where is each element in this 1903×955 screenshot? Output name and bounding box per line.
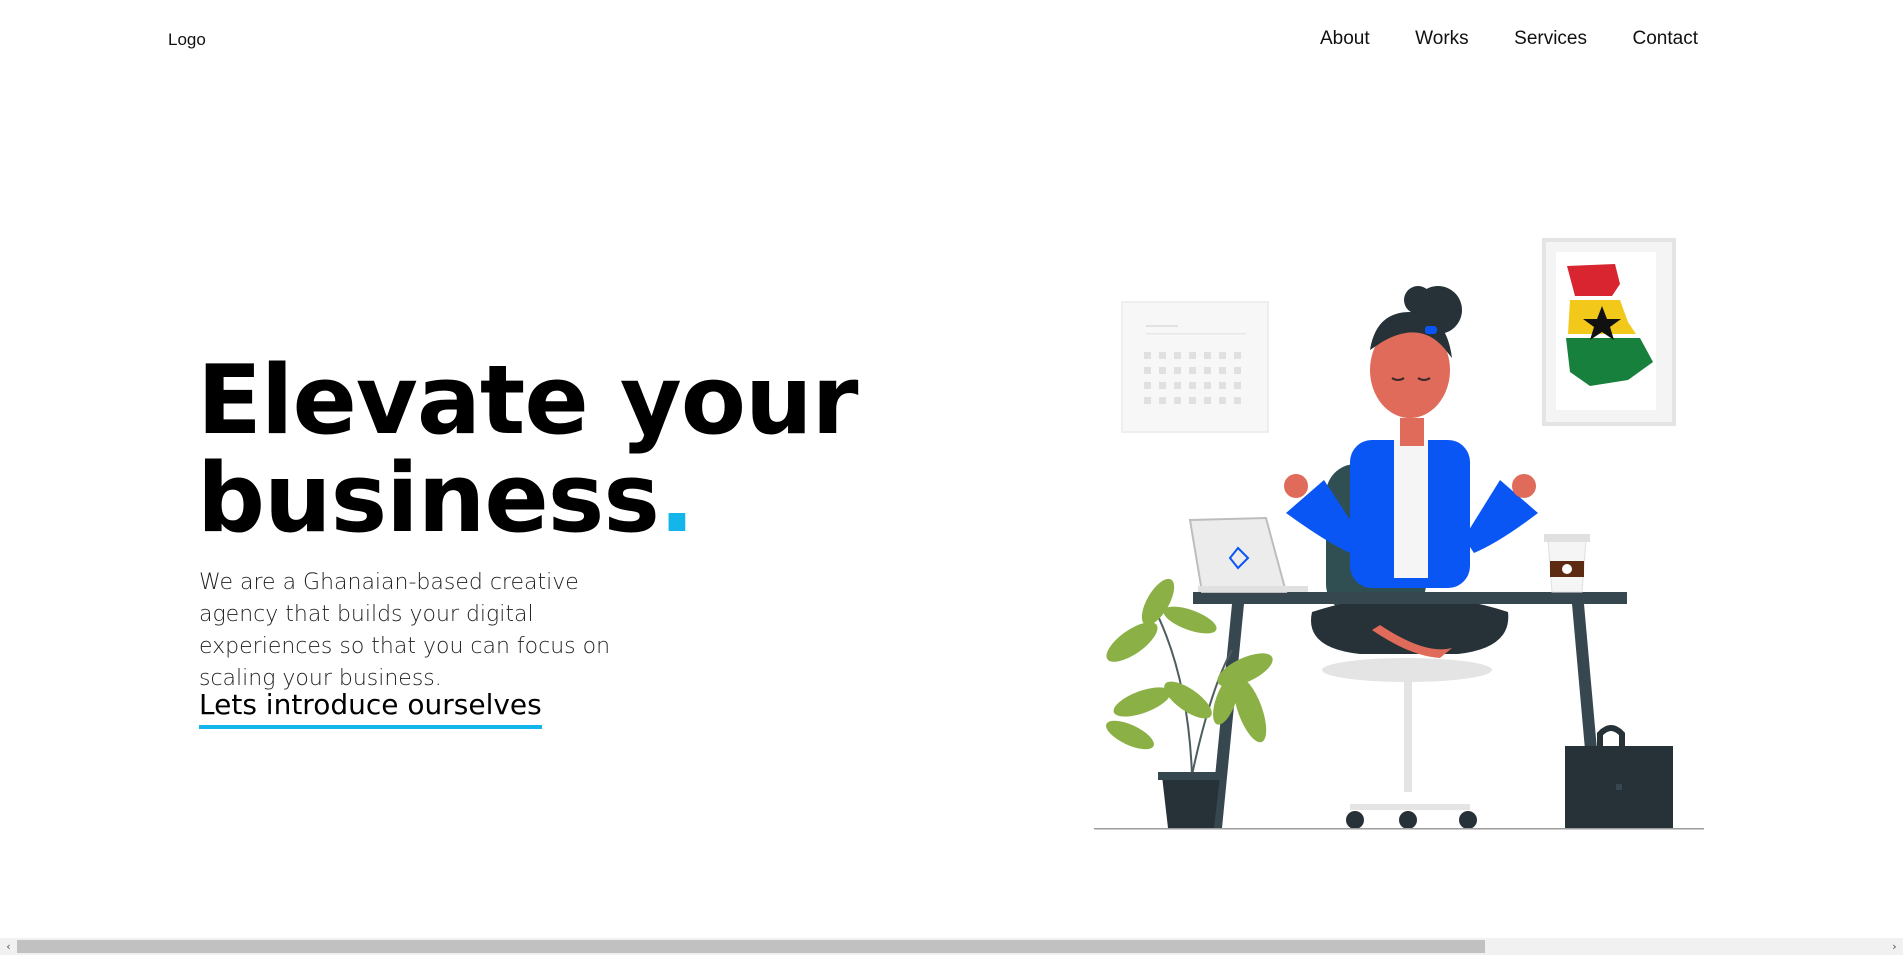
scroll-left-icon[interactable]: ‹ bbox=[0, 938, 17, 955]
hero-title-dot: . bbox=[658, 444, 695, 554]
hero-description: We are a Ghanaian-based creative agency … bbox=[199, 570, 611, 691]
navbar: Logo About Works Services Contact bbox=[0, 0, 1903, 80]
introduce-ourselves-link[interactable]: Lets introduce ourselves bbox=[199, 687, 542, 729]
nav-link-about[interactable]: About bbox=[1320, 28, 1370, 50]
nav-links: About Works Services Contact bbox=[1320, 28, 1698, 50]
hero-title-line-2: business. bbox=[197, 450, 817, 548]
coffee-cup-icon bbox=[1544, 534, 1590, 593]
briefcase-icon bbox=[1565, 725, 1673, 828]
meditation-illustration bbox=[1094, 238, 1704, 830]
nav-link-works[interactable]: Works bbox=[1415, 28, 1468, 50]
floor-line bbox=[1094, 828, 1704, 830]
nav-link-services[interactable]: Services bbox=[1514, 28, 1587, 50]
plant-icon bbox=[1106, 578, 1273, 828]
hero-title-word: business bbox=[197, 444, 660, 554]
hero-title-line-1: Elevate your bbox=[197, 346, 859, 456]
hero-title: Elevate your business. bbox=[197, 346, 859, 548]
logo[interactable]: Logo bbox=[168, 30, 206, 50]
nav-link-contact[interactable]: Contact bbox=[1633, 28, 1698, 50]
calendar-icon bbox=[1121, 301, 1269, 433]
ghana-map-frame bbox=[1542, 238, 1676, 426]
laptop-icon bbox=[1188, 516, 1308, 593]
scroll-right-icon[interactable]: › bbox=[1886, 938, 1903, 955]
scrollbar-thumb[interactable] bbox=[17, 940, 1485, 953]
horizontal-scrollbar[interactable]: ‹ › bbox=[0, 938, 1903, 955]
